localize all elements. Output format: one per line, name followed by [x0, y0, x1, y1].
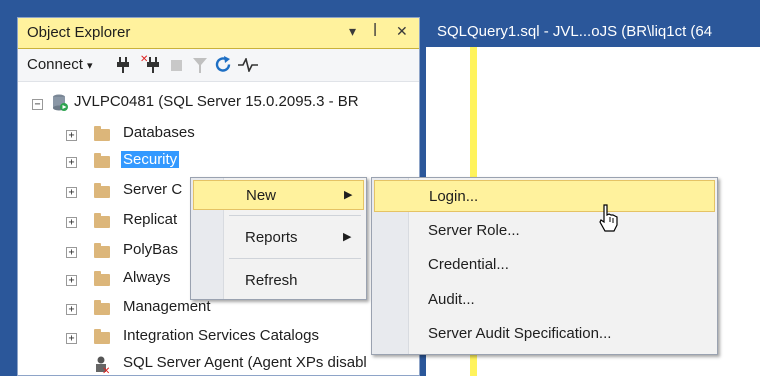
tree-item-sql-agent[interactable]: ✕ SQL Server Agent (Agent XPs disabl	[18, 351, 419, 375]
menu-item-credential[interactable]: Credential...	[374, 249, 715, 281]
tree-item-label: Always	[123, 269, 171, 286]
menu-item-label: Server Audit Specification...	[428, 325, 612, 342]
menu-item-login[interactable]: Login...	[374, 180, 715, 212]
collapse-icon[interactable]: −	[32, 99, 43, 110]
panel-title: Object Explorer	[27, 24, 131, 41]
menu-separator	[229, 258, 361, 259]
expand-icon[interactable]: +	[66, 304, 77, 315]
menu-item-refresh[interactable]: Refresh	[193, 266, 364, 296]
folder-icon	[94, 243, 110, 258]
menu-item-reports[interactable]: Reports ▶	[193, 223, 364, 253]
connect-label: Connect	[27, 56, 83, 73]
tree-item-label: SQL Server Agent (Agent XPs disabl	[123, 354, 367, 371]
menu-item-label: Server Role...	[428, 222, 520, 239]
new-submenu: Login... Server Role... Credential... Au…	[371, 177, 718, 355]
tree-item-security[interactable]: + Security	[18, 148, 419, 174]
menu-item-new[interactable]: New ▶	[193, 180, 364, 210]
object-explorer-header: Object Explorer ▾ ꟾ ✕	[18, 18, 419, 49]
tree-item-label: Server C	[123, 181, 183, 198]
tree-item-databases[interactable]: + Databases	[18, 121, 419, 147]
menu-item-server-audit-specification[interactable]: Server Audit Specification...	[374, 318, 715, 350]
sql-agent-icon: ✕	[96, 356, 110, 374]
expand-icon[interactable]: +	[66, 187, 77, 198]
menu-item-audit[interactable]: Audit...	[374, 284, 715, 316]
query-tab[interactable]: SQLQuery1.sql - JVL...oJS (BR\liq1ct (64	[426, 17, 760, 47]
tree-item-integration-services[interactable]: + Integration Services Catalogs	[18, 324, 419, 350]
folder-icon	[94, 300, 110, 315]
expand-icon[interactable]: +	[66, 275, 77, 286]
disconnect-icon[interactable]: ✕	[140, 54, 160, 73]
tree-item-label: Management	[123, 298, 211, 315]
folder-icon	[94, 183, 110, 198]
menu-separator	[229, 215, 361, 216]
connect-plug-icon[interactable]	[116, 57, 130, 73]
tree-server-node[interactable]: − JVLPC0481 (SQL Server 15.0.2095.3 - BR	[18, 90, 419, 116]
folder-icon	[94, 329, 110, 344]
folder-icon	[94, 153, 110, 168]
expand-icon[interactable]: +	[66, 130, 77, 141]
expand-icon[interactable]: +	[66, 157, 77, 168]
submenu-arrow-icon: ▶	[343, 231, 352, 243]
close-icon[interactable]: ✕	[396, 23, 408, 40]
menu-item-label: Audit...	[428, 291, 475, 308]
refresh-icon[interactable]	[215, 56, 232, 73]
menu-item-label: Refresh	[245, 272, 298, 289]
tree-item-label: PolyBas	[123, 241, 179, 258]
submenu-arrow-icon: ▶	[344, 189, 353, 201]
tree-item-label-selected: Security	[121, 151, 180, 168]
tree-item-label: Integration Services Catalogs	[123, 327, 319, 344]
hand-pointer-cursor-icon	[599, 204, 618, 232]
context-menu: New ▶ Reports ▶ Refresh	[190, 177, 367, 300]
server-icon	[53, 94, 68, 111]
folder-icon	[94, 271, 110, 286]
tree-item-label: Databases	[123, 124, 195, 141]
pin-icon[interactable]: ꟾ	[373, 23, 377, 40]
panel-dropdown-icon[interactable]: ▾	[349, 23, 356, 40]
connect-button[interactable]: Connect ▾	[27, 56, 93, 73]
folder-icon	[94, 126, 110, 141]
menu-item-label: Login...	[429, 188, 479, 205]
folder-icon	[94, 213, 110, 228]
filter-icon[interactable]	[193, 58, 207, 73]
expand-icon[interactable]: +	[66, 247, 77, 258]
stop-icon[interactable]	[171, 60, 182, 71]
expand-icon[interactable]: +	[66, 217, 77, 228]
server-node-label: JVLPC0481 (SQL Server 15.0.2095.3 - BR	[74, 93, 359, 110]
object-explorer-toolbar: Connect ▾ ✕	[18, 49, 419, 82]
menu-item-server-role[interactable]: Server Role...	[374, 215, 715, 247]
svg-text:✕: ✕	[102, 366, 110, 374]
tree-item-label: Replicat	[123, 211, 178, 228]
menu-item-label: Reports	[245, 229, 298, 246]
chevron-down-icon: ▾	[87, 60, 93, 72]
menu-item-label: Credential...	[428, 256, 509, 273]
expand-icon[interactable]: +	[66, 333, 77, 344]
query-tab-label: SQLQuery1.sql - JVL...oJS (BR\liq1ct (64	[437, 23, 713, 40]
menu-item-label: New	[246, 187, 277, 204]
activity-monitor-icon[interactable]	[238, 58, 258, 72]
